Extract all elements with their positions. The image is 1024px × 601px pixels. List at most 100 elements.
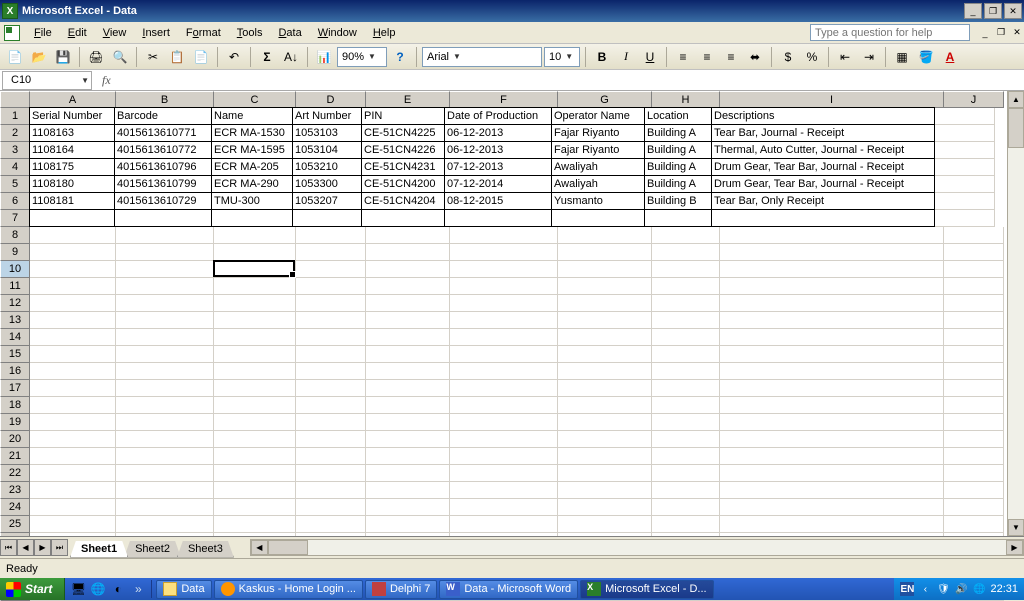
cell-E2[interactable]: CE-51CN4225 [361,124,445,142]
cell-J8[interactable] [944,227,1004,244]
cell-A5[interactable]: 1108180 [29,175,115,193]
doc-close-button[interactable]: ✕ [1010,26,1024,40]
autosum-button[interactable]: Σ [256,46,278,68]
start-button[interactable]: Start [0,578,65,600]
cell-I7[interactable] [711,209,935,227]
row-header-3[interactable]: 3 [0,142,30,159]
cell-D9[interactable] [296,244,366,261]
row-header-11[interactable]: 11 [0,278,30,295]
cell-H16[interactable] [652,363,720,380]
cell-F20[interactable] [450,431,558,448]
cell-I21[interactable] [720,448,944,465]
cell-A4[interactable]: 1108175 [29,158,115,176]
save-button[interactable]: 💾 [52,46,74,68]
cell-D2[interactable]: 1053103 [292,124,362,142]
cell-F3[interactable]: 06-12-2013 [444,141,552,159]
cell-G24[interactable] [558,499,652,516]
paste-button[interactable]: 📄 [190,46,212,68]
cell-H14[interactable] [652,329,720,346]
cell-D12[interactable] [296,295,366,312]
row-header-9[interactable]: 9 [0,244,30,261]
cell-H3[interactable]: Building A [644,141,712,159]
cell-C22[interactable] [214,465,296,482]
cell-J13[interactable] [944,312,1004,329]
cell-G21[interactable] [558,448,652,465]
menu-format[interactable]: Format [178,25,229,41]
cell-F17[interactable] [450,380,558,397]
row-header-8[interactable]: 8 [0,227,30,244]
cell-C15[interactable] [214,346,296,363]
cell-D6[interactable]: 1053207 [292,192,362,210]
cell-F1[interactable]: Date of Production [444,107,552,125]
cell-H12[interactable] [652,295,720,312]
cell-G9[interactable] [558,244,652,261]
cell-E4[interactable]: CE-51CN4231 [361,158,445,176]
sheet-tab-Sheet3[interactable]: Sheet3 [177,541,234,558]
doc-restore-button[interactable]: ❐ [994,26,1008,40]
hscroll-thumb[interactable] [268,540,308,555]
bold-button[interactable]: B [591,46,613,68]
cell-G16[interactable] [558,363,652,380]
cell-B12[interactable] [116,295,214,312]
cell-B5[interactable]: 4015613610799 [114,175,212,193]
cell-H15[interactable] [652,346,720,363]
column-header-E[interactable]: E [366,91,450,108]
menu-file[interactable]: File [26,25,60,41]
cell-F13[interactable] [450,312,558,329]
cell-E8[interactable] [366,227,450,244]
menu-tools[interactable]: Tools [229,25,271,41]
cell-E3[interactable]: CE-51CN4226 [361,141,445,159]
cell-F22[interactable] [450,465,558,482]
cell-A20[interactable] [30,431,116,448]
formula-input[interactable] [119,71,1024,90]
cell-F25[interactable] [450,516,558,533]
row-header-5[interactable]: 5 [0,176,30,193]
cell-D14[interactable] [296,329,366,346]
cell-J12[interactable] [944,295,1004,312]
cell-B25[interactable] [116,516,214,533]
cell-F11[interactable] [450,278,558,295]
quick-ie-icon[interactable]: 🌐 [89,580,107,598]
cell-F21[interactable] [450,448,558,465]
scroll-left-button[interactable]: ◀ [251,540,268,555]
cell-D19[interactable] [296,414,366,431]
cell-H21[interactable] [652,448,720,465]
decrease-indent-button[interactable]: ⇤ [834,46,856,68]
cell-C9[interactable] [214,244,296,261]
fx-icon[interactable]: fx [94,73,119,88]
cell-I6[interactable]: Tear Bar, Only Receipt [711,192,935,210]
cell-B11[interactable] [116,278,214,295]
cell-J24[interactable] [944,499,1004,516]
cell-F12[interactable] [450,295,558,312]
cell-H24[interactable] [652,499,720,516]
cell-E22[interactable] [366,465,450,482]
cell-A24[interactable] [30,499,116,516]
cell-H4[interactable]: Building A [644,158,712,176]
cell-A9[interactable] [30,244,116,261]
cell-I10[interactable] [720,261,944,278]
cell-I24[interactable] [720,499,944,516]
scroll-up-button[interactable]: ▲ [1008,91,1024,108]
borders-button[interactable]: ▦ [891,46,913,68]
cell-F9[interactable] [450,244,558,261]
cell-G14[interactable] [558,329,652,346]
cell-J22[interactable] [944,465,1004,482]
name-box[interactable]: C10▼ [2,71,92,90]
cell-E17[interactable] [366,380,450,397]
cell-A13[interactable] [30,312,116,329]
cell-E16[interactable] [366,363,450,380]
row-header-23[interactable]: 23 [0,482,30,499]
currency-button[interactable]: $ [777,46,799,68]
cell-B21[interactable] [116,448,214,465]
row-header-1[interactable]: 1 [0,108,30,125]
cell-A1[interactable]: Serial Number [29,107,115,125]
cell-G3[interactable]: Fajar Riyanto [551,141,645,159]
row-header-14[interactable]: 14 [0,329,30,346]
cell-G17[interactable] [558,380,652,397]
cell-D21[interactable] [296,448,366,465]
print-preview-button[interactable]: 🔍 [109,46,131,68]
cell-D11[interactable] [296,278,366,295]
row-header-4[interactable]: 4 [0,159,30,176]
scroll-right-button[interactable]: ▶ [1006,540,1023,555]
cell-H17[interactable] [652,380,720,397]
